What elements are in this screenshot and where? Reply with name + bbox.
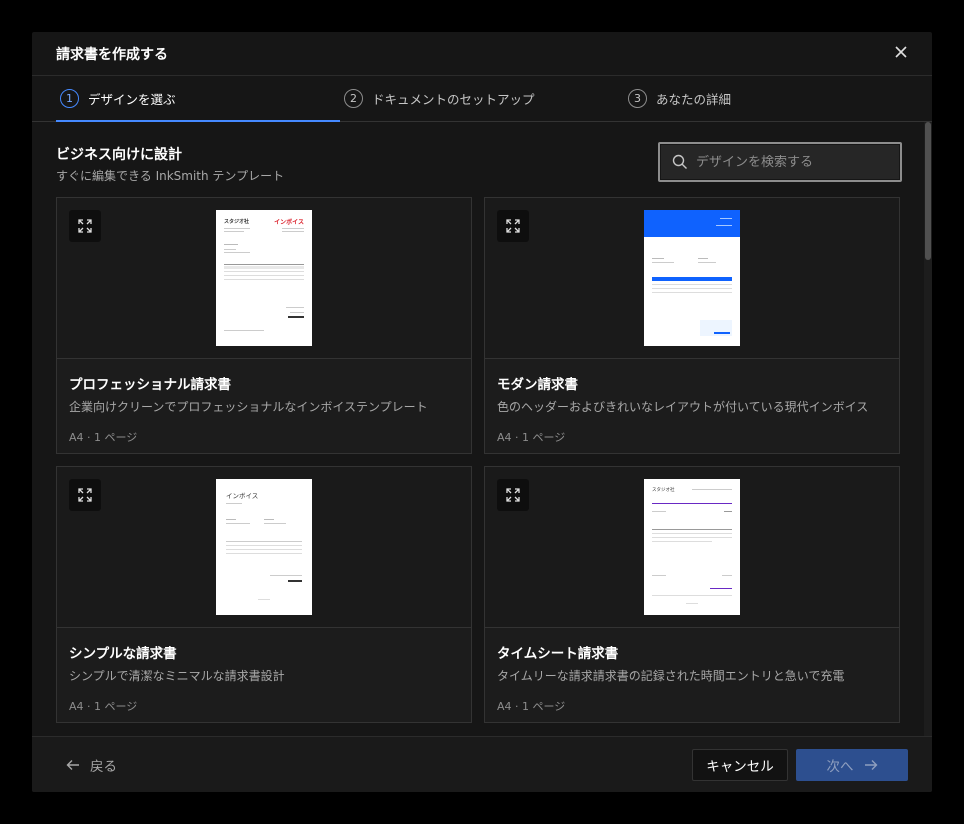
template-title: タイムシート請求書	[497, 646, 619, 662]
expand-icon[interactable]	[69, 479, 101, 511]
search-input[interactable]	[696, 154, 900, 170]
template-preview	[485, 198, 899, 359]
template-thumbnail: スタジオ社 インボイス	[216, 210, 312, 346]
thumb-company: スタジオ社	[224, 219, 250, 225]
template-meta: A4 · 1 ページ	[69, 700, 138, 713]
section-header: ビジネス向けに設計 すぐに編集できる InkSmith テンプレート	[56, 144, 284, 184]
next-label: 次へ	[826, 759, 854, 775]
thumb-title: インボイス	[274, 219, 304, 226]
step-number: 1	[60, 89, 79, 108]
step-label: デザインを選ぶ	[88, 92, 176, 107]
step-document-setup[interactable]: 2 ドキュメントのセットアップ	[340, 76, 624, 121]
template-meta: A4 · 1 ページ	[497, 431, 566, 444]
search-box	[658, 142, 902, 182]
template-title: プロフェッショナル請求書	[69, 377, 231, 393]
template-gallery: ビジネス向けに設計 すぐに編集できる InkSmith テンプレート スタジオ社…	[32, 122, 932, 736]
create-invoice-dialog: 請求書を作成する 1 デザインを選ぶ 2 ドキュメントのセットアップ 3 あなた…	[32, 32, 932, 792]
template-description: シンプルで清潔なミニマルな請求書設計	[69, 669, 285, 683]
template-preview: スタジオ社 インボイス	[57, 198, 471, 359]
template-meta: A4 · 1 ページ	[497, 700, 566, 713]
close-icon[interactable]	[894, 45, 908, 63]
template-info: プロフェッショナル請求書 企業向けクリーンでプロフェッショナルなインボイステンプ…	[57, 359, 471, 445]
template-meta: A4 · 1 ページ	[69, 431, 138, 444]
template-info: シンプルな請求書 シンプルで清潔なミニマルな請求書設計 A4 · 1 ページ	[57, 628, 471, 714]
cancel-button[interactable]: キャンセル	[692, 749, 788, 781]
template-thumbnail: インボイス	[216, 479, 312, 615]
template-preview: インボイス	[57, 467, 471, 628]
step-label: ドキュメントのセットアップ	[372, 92, 535, 107]
template-card-professional[interactable]: スタジオ社 インボイス プロフェッショナル請求書 企業向けクリーンでプロフェッシ…	[56, 197, 472, 454]
back-label: 戻る	[90, 759, 117, 775]
thumb-company: スタジオ社	[652, 488, 675, 493]
step-number: 2	[344, 89, 363, 108]
template-thumbnail	[644, 210, 740, 346]
thumb-title: インボイス	[226, 492, 259, 500]
dialog-footer: 戻る キャンセル 次へ	[32, 736, 932, 792]
template-description: タイムリーな請求請求書の記録された時間エントリと急いで充電	[497, 669, 845, 683]
template-info: モダン請求書 色のヘッダーおよびきれいなレイアウトが付いている現代インボイス A…	[485, 359, 899, 445]
template-description: 企業向けクリーンでプロフェッショナルなインボイステンプレート	[69, 400, 428, 414]
search-icon	[672, 154, 687, 169]
expand-icon[interactable]	[497, 479, 529, 511]
template-title: シンプルな請求書	[69, 646, 177, 662]
template-card-timesheet[interactable]: スタジオ社 タイムシート請求書 タイムリーな請求請求書の記録された時間エントリと…	[484, 466, 900, 723]
section-title: ビジネス向けに設計	[56, 147, 182, 163]
arrow-right-icon	[864, 760, 877, 770]
dialog-header: 請求書を作成する	[32, 32, 932, 76]
dialog-title: 請求書を作成する	[56, 46, 168, 63]
scrollbar[interactable]	[924, 122, 932, 736]
expand-icon[interactable]	[69, 210, 101, 242]
expand-icon[interactable]	[497, 210, 529, 242]
template-thumbnail: スタジオ社	[644, 479, 740, 615]
step-label: あなたの詳細	[656, 92, 732, 107]
template-card-simple[interactable]: インボイス シンプルな請求書 シンプルで清潔なミニマルな請求書設計 A4 · 1…	[56, 466, 472, 723]
back-button[interactable]: 戻る	[66, 755, 117, 775]
step-your-details[interactable]: 3 あなたの詳細	[624, 76, 908, 121]
template-info: タイムシート請求書 タイムリーな請求請求書の記録された時間エントリと急いで充電 …	[485, 628, 899, 714]
template-card-modern[interactable]: モダン請求書 色のヘッダーおよびきれいなレイアウトが付いている現代インボイス A…	[484, 197, 900, 454]
template-description: 色のヘッダーおよびきれいなレイアウトが付いている現代インボイス	[497, 400, 869, 414]
step-number: 3	[628, 89, 647, 108]
arrow-left-icon	[66, 760, 79, 770]
next-button[interactable]: 次へ	[796, 749, 908, 781]
step-choose-design[interactable]: 1 デザインを選ぶ	[56, 76, 340, 122]
section-subtitle: すぐに編集できる InkSmith テンプレート	[56, 169, 285, 183]
progress-steps: 1 デザインを選ぶ 2 ドキュメントのセットアップ 3 あなたの詳細	[32, 76, 932, 122]
template-title: モダン請求書	[497, 377, 578, 393]
template-preview: スタジオ社	[485, 467, 899, 628]
scrollbar-thumb[interactable]	[925, 122, 931, 260]
